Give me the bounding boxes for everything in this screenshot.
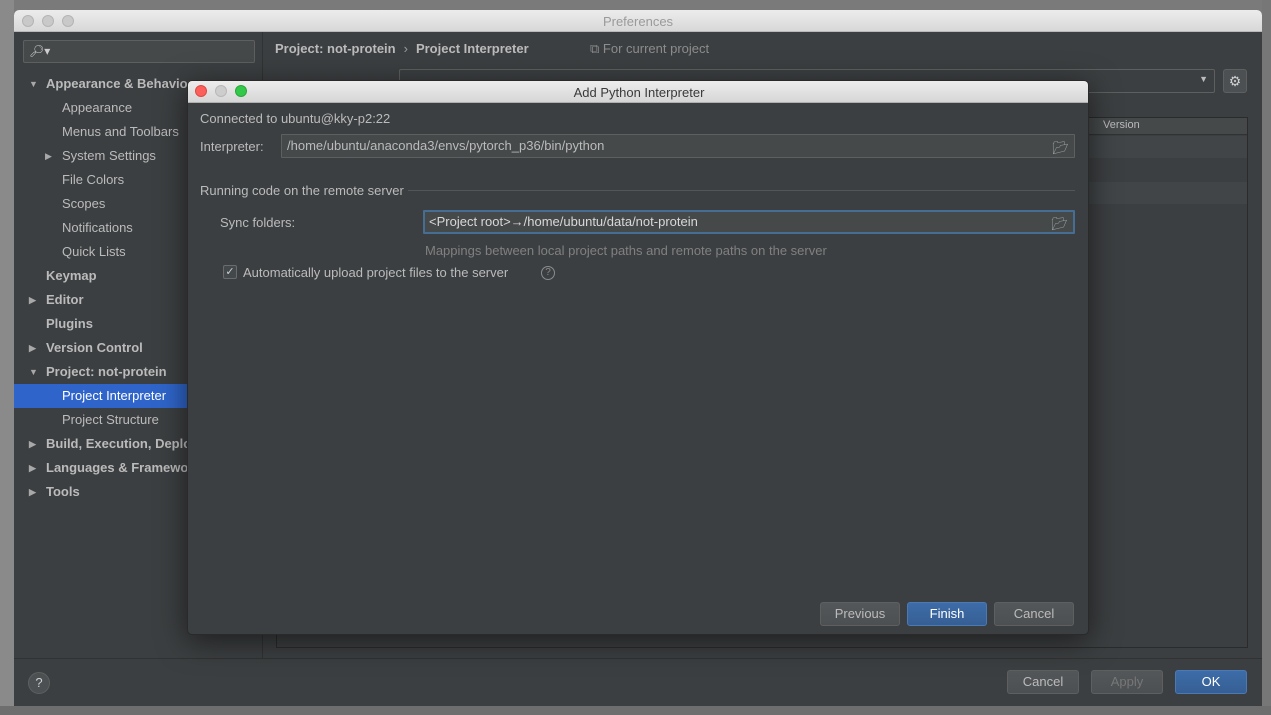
collapsed-arrow-icon[interactable]: ▶	[29, 456, 36, 480]
sidebar-item-label: Tools	[46, 484, 80, 499]
sidebar-item-label: Appearance	[62, 100, 133, 115]
sidebar-item-label: Project Interpreter	[62, 388, 167, 403]
preferences-cancel-button[interactable]: Cancel	[1007, 670, 1079, 694]
connection-status: Connected to ubuntu@kky-p2:22	[200, 111, 391, 126]
collapsed-arrow-icon[interactable]: ▶	[45, 144, 52, 168]
preferences-title: Preferences	[602, 14, 674, 29]
for-current-project-label: For current project	[602, 41, 710, 56]
finish-button[interactable]: Finish	[907, 602, 987, 626]
interpreter-path-field[interactable]: /home/ubuntu/anaconda3/envs/pytorch_p36/…	[281, 134, 1075, 158]
preferences-ok-button[interactable]: OK	[1175, 670, 1247, 694]
breadcrumb: Project: not-protein › Project Interpreter	[275, 41, 529, 56]
sidebar-item-label: Appearance & Behavior	[46, 76, 193, 91]
sidebar-item-label: Notifications	[62, 220, 133, 235]
version-column-header[interactable]: Version	[1103, 119, 1140, 131]
sidebar-item-label: Plugins	[46, 316, 93, 331]
interpreter-label: Interpreter:	[200, 139, 264, 154]
interpreter-path-value: /home/ubuntu/anaconda3/envs/pytorch_p36/…	[287, 138, 605, 153]
auto-upload-checkbox[interactable]: ✓	[223, 265, 237, 279]
sidebar-item-label: Keymap	[46, 268, 97, 283]
dialog-titlebar: Add Python Interpreter	[188, 81, 1088, 103]
preferences-titlebar: Preferences	[14, 10, 1262, 32]
section-title: Running code on the remote server	[200, 183, 404, 198]
for-current-project: ⧉ For current project	[590, 41, 709, 57]
collapsed-arrow-icon[interactable]: ▶	[29, 480, 36, 504]
help-question-icon[interactable]: ?	[541, 266, 555, 280]
add-python-interpreter-dialog: Add Python Interpreter Connected to ubun…	[187, 80, 1089, 635]
checkmark-icon: ✓	[225, 266, 235, 278]
search-icon: 🔎︎▾	[29, 44, 51, 58]
sidebar-item-label: Menus and Toolbars	[62, 124, 179, 139]
sync-folders-value: <Project root>→/home/ubuntu/data/not-pro…	[429, 214, 698, 229]
chevron-down-icon: ▼	[1199, 74, 1208, 84]
breadcrumb-project: Project: not-protein	[275, 41, 396, 56]
sidebar-item-label: Editor	[46, 292, 84, 307]
sidebar-item-label: Quick Lists	[62, 244, 126, 259]
collapsed-arrow-icon[interactable]: ▶	[29, 336, 36, 360]
interpreter-settings-gear[interactable]: ⚙	[1223, 69, 1247, 93]
preferences-apply-button[interactable]: Apply	[1091, 670, 1163, 694]
sidebar-item-label: Project Structure	[62, 412, 159, 427]
folder-icon[interactable]: 📂︎	[1051, 214, 1068, 232]
previous-button[interactable]: Previous	[820, 602, 900, 626]
sync-folders-label: Sync folders:	[220, 215, 296, 230]
expanded-arrow-icon[interactable]: ▼	[29, 72, 38, 96]
section-divider	[408, 190, 1075, 191]
desktop-left-edge	[0, 0, 14, 715]
sync-folders-field[interactable]: <Project root>→/home/ubuntu/data/not-pro…	[423, 210, 1075, 234]
desktop-right-edge	[1262, 0, 1271, 715]
breadcrumb-page: Project Interpreter	[415, 41, 529, 56]
auto-upload-label[interactable]: Automatically upload project files to th…	[243, 265, 508, 280]
settings-search-input[interactable]: 🔎︎▾	[23, 40, 255, 63]
gear-icon: ⚙	[1228, 73, 1242, 89]
desktop-bottom-edge	[0, 706, 1271, 715]
sidebar-item-project-interpreter[interactable]: Project Interpreter	[14, 384, 187, 408]
sidebar-item-label: Project: not-protein	[46, 364, 167, 379]
collapsed-arrow-icon[interactable]: ▶	[29, 288, 36, 312]
dialog-title: Add Python Interpreter	[573, 85, 705, 100]
sync-folders-hint: Mappings between local project paths and…	[425, 243, 827, 258]
collapsed-arrow-icon[interactable]: ▶	[29, 432, 36, 456]
sidebar-item-label: Languages & Frameworks	[46, 460, 208, 475]
copy-icon: ⧉	[590, 41, 600, 56]
sidebar-item-label: Version Control	[46, 340, 143, 355]
expanded-arrow-icon[interactable]: ▼	[29, 360, 38, 384]
breadcrumb-separator: ›	[403, 41, 408, 56]
sidebar-item-label: File Colors	[62, 172, 125, 187]
sidebar-item-label: System Settings	[62, 148, 156, 163]
help-button[interactable]: ?	[28, 672, 50, 694]
folder-icon[interactable]: 📂︎	[1052, 137, 1069, 157]
sidebar-item-label: Scopes	[62, 196, 106, 211]
dialog-cancel-button[interactable]: Cancel	[994, 602, 1074, 626]
